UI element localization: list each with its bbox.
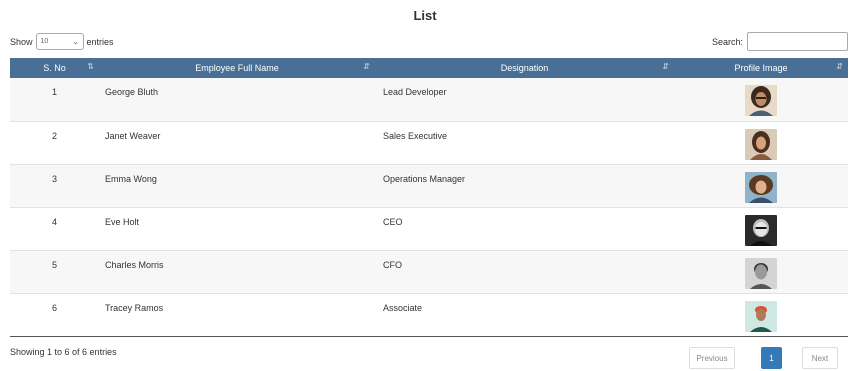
entries-select[interactable]: 10 ⌄ — [35, 33, 84, 50]
cell-designation: Sales Executive — [383, 130, 448, 141]
cell-sno: 1 — [51, 87, 57, 97]
profile-photo — [745, 257, 777, 289]
sort-icon: ⇵ — [836, 62, 843, 71]
cell-profile-image — [674, 293, 848, 336]
cell-name: Charles Morris — [105, 259, 164, 270]
table-row: 3 Emma Wong Operations Manager — [10, 164, 848, 207]
cell-profile-image — [674, 121, 848, 164]
cell-sno: 6 — [51, 302, 57, 313]
search-label: Search: — [711, 36, 743, 47]
table-row: 4 Eve Holt CEO — [10, 207, 848, 250]
cell-designation: CFO — [383, 259, 402, 270]
profile-photo — [745, 85, 777, 116]
profile-photo — [745, 300, 777, 332]
column-header-label: Employee Full Name — [195, 63, 279, 73]
search-control: Search: — [712, 32, 848, 51]
cell-sno: 5 — [51, 259, 57, 270]
table-row: 5 Charles Morris CFO — [10, 250, 848, 293]
cell-profile-image — [674, 207, 848, 250]
entries-length-control: Show 10 ⌄ entries — [10, 33, 114, 50]
column-header-label: Profile Image — [734, 63, 788, 73]
column-header-sno[interactable]: S. No ⇅ — [10, 58, 99, 78]
cell-designation: Lead Developer — [383, 87, 447, 97]
cell-designation: Operations Manager — [383, 173, 466, 184]
column-header-label: S. No — [43, 63, 66, 73]
cell-name: Tracey Ramos — [105, 302, 164, 313]
cell-designation: Associate — [383, 302, 423, 313]
next-button[interactable]: Next — [802, 347, 838, 369]
chevron-down-icon: ⌄ — [72, 38, 79, 46]
page-title: List — [413, 8, 437, 23]
profile-photo — [745, 128, 777, 160]
cell-name: Janet Weaver — [105, 130, 161, 141]
pagination: Previous 1 Next — [689, 347, 838, 369]
table-row: 1 George Bluth Lead Developer — [10, 78, 848, 121]
table-info: Showing 1 to 6 of 6 entries — [10, 347, 117, 357]
page-1-button[interactable]: 1 — [761, 347, 782, 369]
column-header-name[interactable]: Employee Full Name ⇵ — [99, 58, 375, 78]
table-header-row: S. No ⇅ Employee Full Name ⇵ Designation… — [10, 58, 848, 78]
cell-name: Eve Holt — [105, 216, 140, 227]
profile-photo — [745, 214, 777, 246]
sort-asc-icon: ⇅ — [87, 62, 94, 71]
previous-button[interactable]: Previous — [689, 347, 735, 369]
entries-label: entries — [86, 36, 114, 47]
table-row: 6 Tracey Ramos Associate — [10, 293, 848, 336]
column-header-profile-image[interactable]: Profile Image ⇵ — [674, 58, 848, 78]
cell-designation: CEO — [383, 216, 403, 227]
cell-name: George Bluth — [105, 87, 159, 97]
cell-profile-image — [674, 164, 848, 207]
sort-icon: ⇵ — [662, 62, 669, 71]
column-header-label: Designation — [500, 63, 549, 73]
table-row: 2 Janet Weaver Sales Executive — [10, 121, 848, 164]
employee-table: S. No ⇅ Employee Full Name ⇵ Designation… — [10, 58, 848, 337]
sort-icon: ⇵ — [363, 62, 370, 71]
entries-select-value: 10 — [40, 38, 49, 45]
cell-name: Emma Wong — [105, 173, 157, 184]
cell-profile-image — [674, 250, 848, 293]
cell-sno: 3 — [51, 173, 57, 184]
column-header-designation[interactable]: Designation ⇵ — [375, 58, 674, 78]
cell-profile-image — [674, 78, 848, 121]
cell-sno: 2 — [51, 130, 57, 141]
search-input[interactable] — [747, 32, 848, 51]
cell-sno: 4 — [51, 216, 57, 227]
show-label: Show — [10, 36, 33, 47]
profile-photo — [745, 171, 777, 203]
